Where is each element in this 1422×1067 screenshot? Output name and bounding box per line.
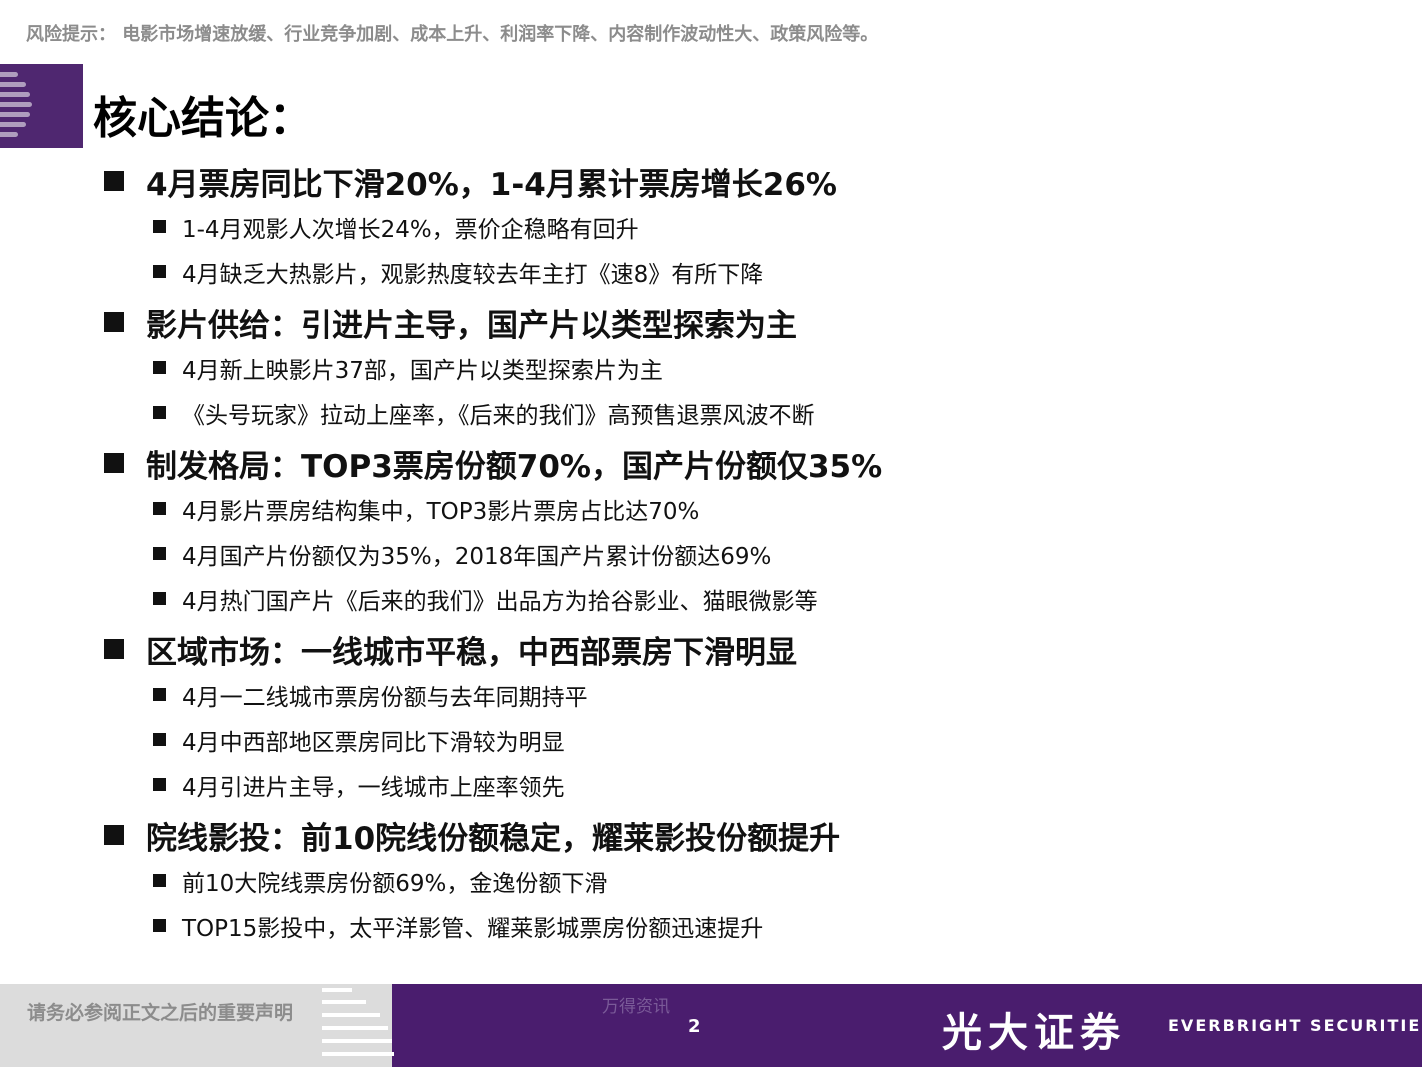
list-item: 4月新上映影片37部，国产片以类型探索片为主 xyxy=(100,345,1400,390)
square-bullet-icon xyxy=(153,592,166,605)
list-item: 4月缺乏大热影片，观影热度较去年主打《速8》有所下降 xyxy=(100,249,1400,294)
page-title: 核心结论： xyxy=(93,93,313,144)
section-regional-market: 区域市场：一线城市平稳，中西部票房下滑明显 4月一二线城市票房份额与去年同期持平… xyxy=(100,626,1400,807)
square-bullet-icon xyxy=(153,919,166,932)
square-bullet-icon xyxy=(153,361,166,374)
section-film-supply: 影片供给：引进片主导，国产片以类型探索为主 4月新上映影片37部，国产片以类型探… xyxy=(100,299,1400,435)
list-item: 4月一二线城市票房份额与去年同期持平 xyxy=(100,672,1400,717)
square-bullet-icon xyxy=(153,265,166,278)
conclusion-list: 4月票房同比下滑20%，1-4月累计票房增长26% 1-4月观影人次增长24%，… xyxy=(100,158,1400,948)
list-item: 4月引进片主导，一线城市上座率领先 xyxy=(100,762,1400,807)
section-heading-text: 制发格局：TOP3票房份额70%，国产片份额仅35% xyxy=(146,448,883,485)
risk-notice: 风险提示： 电影市场增速放缓、行业竞争加剧、成本上升、利润率下降、内容制作波动性… xyxy=(26,24,879,45)
section-heading-text: 区域市场：一线城市平稳，中西部票房下滑明显 xyxy=(146,634,797,671)
disclaimer-text: 请务必参阅正文之后的重要声明 xyxy=(27,1002,294,1024)
section-heading: 制发格局：TOP3票房份额70%，国产片份额仅35% xyxy=(100,440,1400,486)
section-cinema-chains: 院线影投：前10院线份额稳定，耀莱影投份额提升 前10大院线票房份额69%，金逸… xyxy=(100,812,1400,948)
list-item: 《头号玩家》拉动上座率，《后来的我们》高预售退票风波不断 xyxy=(100,390,1400,435)
list-item: 4月中西部地区票房同比下滑较为明显 xyxy=(100,717,1400,762)
square-bullet-icon xyxy=(153,547,166,560)
section-heading: 影片供给：引进片主导，国产片以类型探索为主 xyxy=(100,299,1400,345)
square-bullet-icon xyxy=(153,220,166,233)
section-heading-text: 4月票房同比下滑20%，1-4月累计票房增长26% xyxy=(146,166,837,203)
square-bullet-icon xyxy=(153,874,166,887)
list-item: 4月热门国产片《后来的我们》出品方为拾谷影业、猫眼微影等 xyxy=(100,576,1400,621)
footer-stripes-decoration xyxy=(322,984,397,1067)
brand-logo-cn: 光大证券 xyxy=(942,1009,1126,1056)
square-bullet-icon xyxy=(153,778,166,791)
section-heading: 区域市场：一线城市平稳，中西部票房下滑明显 xyxy=(100,626,1400,672)
watermark-text: 万得资讯 xyxy=(602,997,670,1017)
square-bullet-icon xyxy=(153,502,166,515)
list-item: 前10大院线票房份额69%，金逸份额下滑 xyxy=(100,858,1400,903)
section-box-office: 4月票房同比下滑20%，1-4月累计票房增长26% 1-4月观影人次增长24%，… xyxy=(100,158,1400,294)
square-bullet-icon xyxy=(104,639,124,659)
square-bullet-icon xyxy=(153,688,166,701)
section-heading: 4月票房同比下滑20%，1-4月累计票房增长26% xyxy=(100,158,1400,204)
square-bullet-icon xyxy=(153,406,166,419)
square-bullet-icon xyxy=(104,825,124,845)
brand-logo-en: EVERBRIGHT SECURITIES xyxy=(1168,1016,1422,1035)
list-item: 4月影片票房结构集中，TOP3影片票房占比达70% xyxy=(100,486,1400,531)
section-heading: 院线影投：前10院线份额稳定，耀莱影投份额提升 xyxy=(100,812,1400,858)
square-bullet-icon xyxy=(104,171,124,191)
section-heading-text: 影片供给：引进片主导，国产片以类型探索为主 xyxy=(146,307,797,344)
section-distribution: 制发格局：TOP3票房份额70%，国产片份额仅35% 4月影片票房结构集中，TO… xyxy=(100,440,1400,621)
section-heading-text: 院线影投：前10院线份额稳定，耀莱影投份额提升 xyxy=(146,820,841,857)
list-item: TOP15影投中，太平洋影管、耀莱影城票房份额迅速提升 xyxy=(100,903,1400,948)
page-number: 2 xyxy=(688,1016,701,1037)
footer-bar: 请务必参阅正文之后的重要声明 万得资讯 2 光大证券 EVERBRIGHT SE… xyxy=(0,984,1422,1067)
square-bullet-icon xyxy=(153,733,166,746)
list-item: 4月国产片份额仅为35%，2018年国产片累计份额达69% xyxy=(100,531,1400,576)
title-decoration xyxy=(0,64,83,148)
footer-disclaimer-panel: 请务必参阅正文之后的重要声明 xyxy=(0,984,394,1067)
list-item: 1-4月观影人次增长24%，票价企稳略有回升 xyxy=(100,204,1400,249)
square-bullet-icon xyxy=(104,453,124,473)
square-bullet-icon xyxy=(104,312,124,332)
